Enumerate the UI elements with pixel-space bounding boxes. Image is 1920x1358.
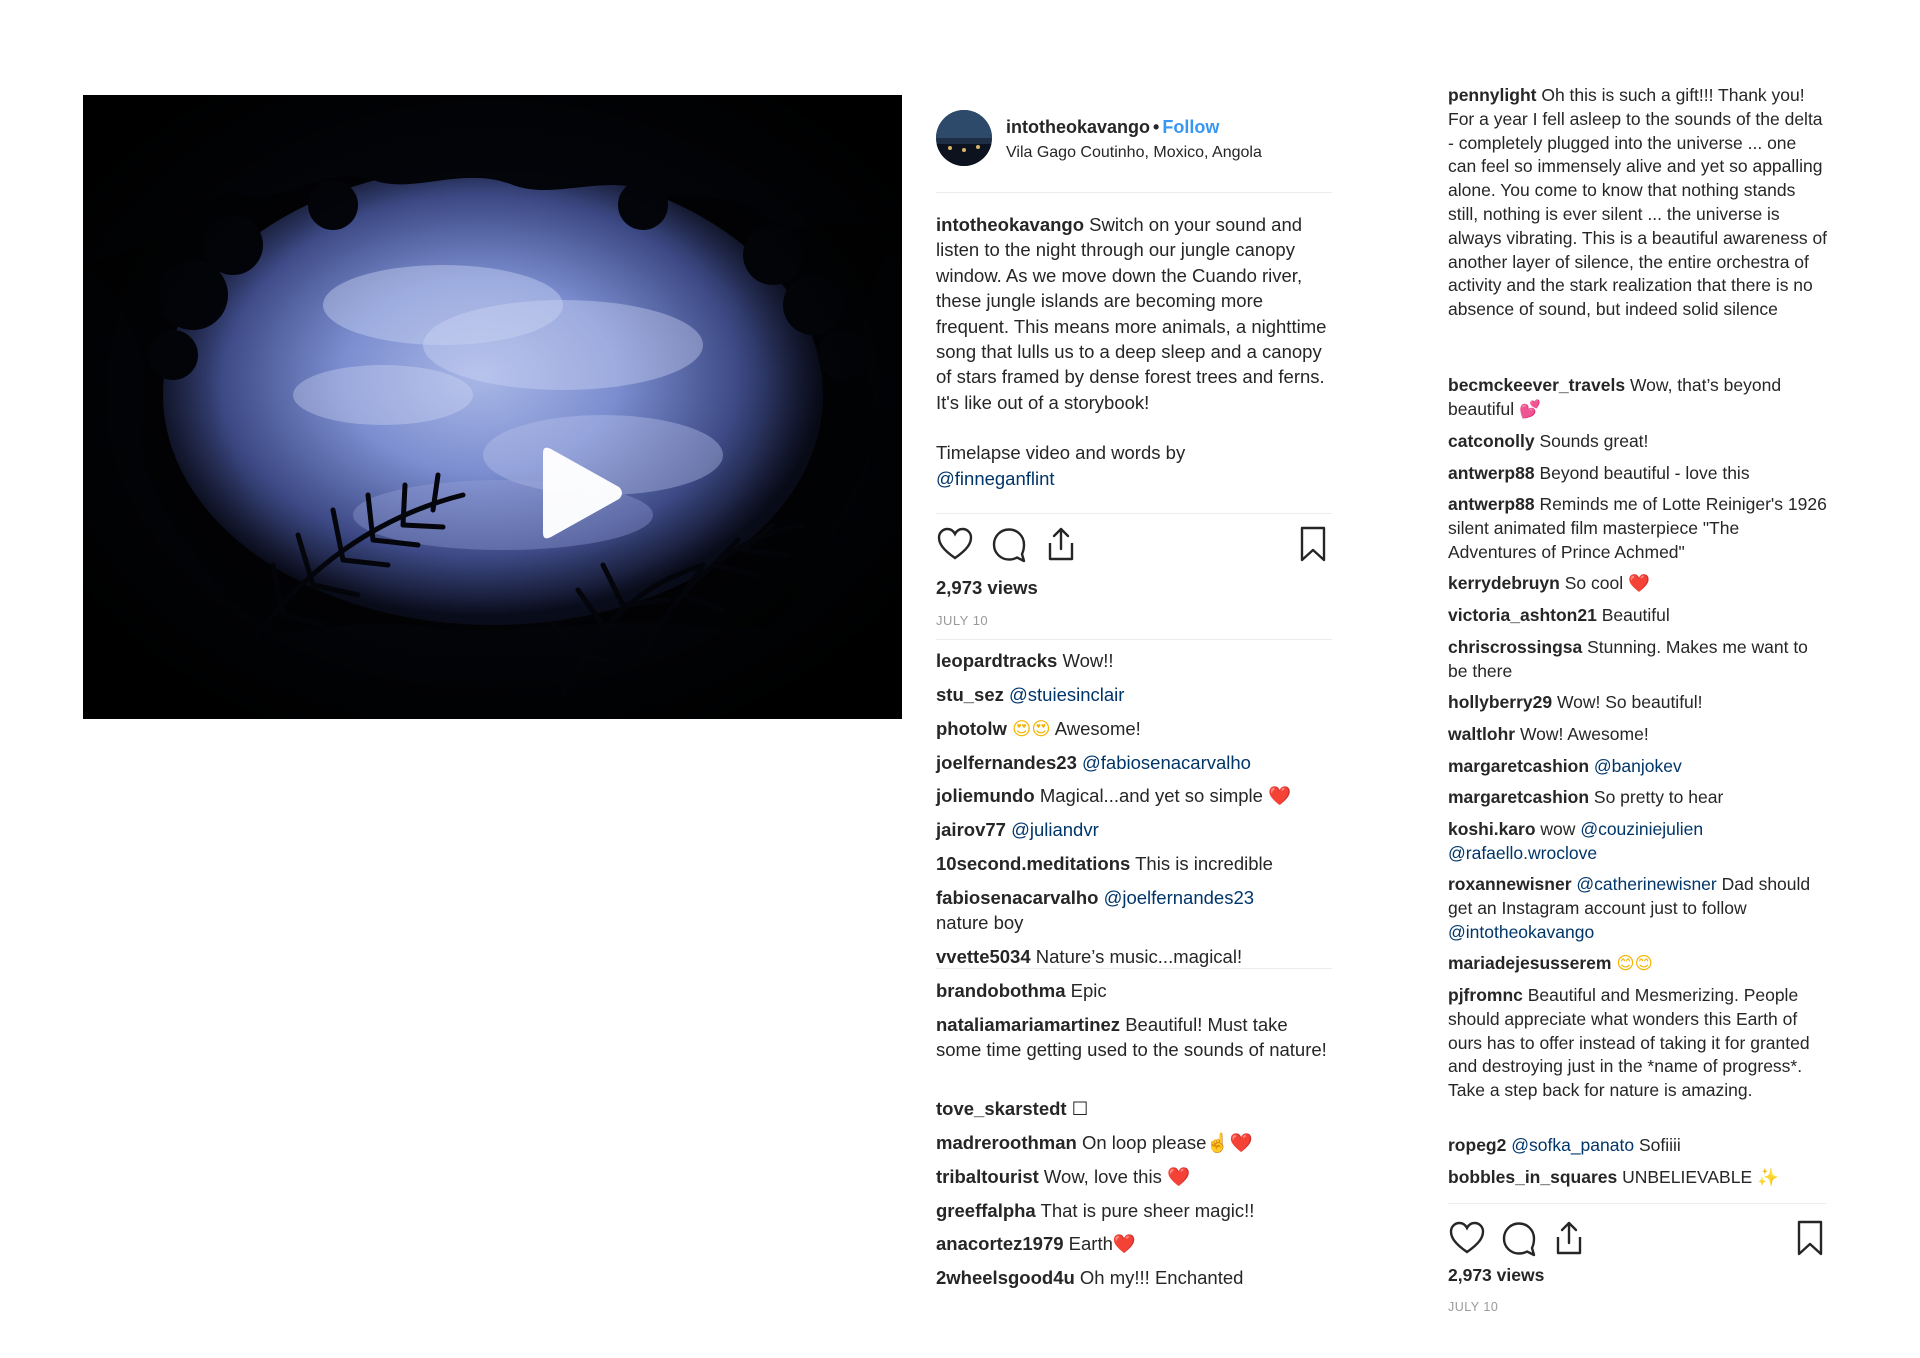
post-caption: intotheokavango Switch on your sound and…: [936, 212, 1332, 491]
caption-text: Switch on your sound and listen to the n…: [936, 214, 1327, 413]
action-bar: [936, 525, 1332, 565]
dot-separator: •: [1153, 117, 1160, 137]
share-icon[interactable]: [1042, 525, 1080, 563]
comment-item: greeffalpha That is pure sheer magic!!: [936, 1200, 1255, 1221]
comment-item: kerrydebruyn So cool ❤️: [1448, 573, 1650, 593]
comment-item: bobbles_in_squares UNBELIEVABLE ✨: [1448, 1167, 1779, 1187]
comment-item: anacortez1979 Earth❤️: [936, 1233, 1136, 1254]
comment-item: jairov77 @juliandvr: [936, 819, 1099, 840]
comment-item: ropeg2 @sofka_panato Sofiiii: [1448, 1135, 1681, 1155]
comment-item: nataliamariamartinez Beautiful! Must tak…: [936, 1014, 1327, 1060]
bookmark-icon[interactable]: [1791, 1219, 1829, 1257]
comment-item: 10second.meditations This is incredible: [936, 853, 1273, 874]
post-username[interactable]: intotheokavango: [1006, 117, 1150, 137]
action-bar: [1448, 1219, 1828, 1259]
divider: [936, 192, 1332, 193]
comment-item: leopardtracks Wow!!: [936, 650, 1114, 671]
video-frame-jungle-sky: [83, 95, 902, 719]
credit-mention[interactable]: @finneganflint: [936, 468, 1055, 489]
heart-icon[interactable]: [936, 525, 974, 563]
divider: [1448, 1203, 1826, 1204]
play-icon[interactable]: [535, 445, 625, 541]
comment-icon[interactable]: [1500, 1219, 1538, 1257]
post-date: JULY 10: [1448, 1300, 1499, 1314]
comment-item: vvette5034 Nature’s music...magical!: [936, 946, 1243, 967]
comment-item: margaretcashion So pretty to hear: [1448, 787, 1724, 807]
post-date: JULY 10: [936, 613, 989, 628]
credit-text: Timelapse video and words by: [936, 442, 1186, 464]
video-player[interactable]: [83, 95, 902, 719]
comment-item: stu_sez @stuiesinclair: [936, 684, 1125, 705]
comment-item: joelfernandes23 @fabiosenacarvalho: [936, 752, 1251, 773]
divider: [936, 639, 1332, 640]
comment-item: tove_skarstedt ☐: [936, 1098, 1089, 1119]
comment-item: pennylight Oh this is such a gift!!! Tha…: [1448, 85, 1828, 320]
follow-button[interactable]: Follow: [1162, 117, 1219, 137]
post-header: intotheokavango • Follow Vila Gago Coutinh…: [936, 110, 1332, 170]
divider: [936, 513, 1332, 514]
comment-item: hollyberry29 Wow! So beautiful!: [1448, 692, 1703, 712]
view-count[interactable]: 2,973 views: [1448, 1265, 1544, 1286]
comment-item: 2wheelsgood4u Oh my!!! Enchanted: [936, 1267, 1244, 1288]
comment-item: joliemundo Magical...and yet so simple ❤…: [936, 785, 1292, 806]
comment-item: chriscrossingsa Stunning. Makes me want …: [1448, 637, 1808, 681]
comment-item: margaretcashion @banjokev: [1448, 756, 1682, 776]
heart-icon[interactable]: [1448, 1219, 1486, 1257]
comment-item: photolw 😍😍 Awesome!: [936, 718, 1141, 739]
comment-item: catconolly Sounds great!: [1448, 431, 1649, 451]
comment-item: brandobothma Epic: [936, 980, 1107, 1001]
comment-item: antwerp88 Reminds me of Lotte Reiniger's…: [1448, 494, 1827, 562]
view-count[interactable]: 2,973 views: [936, 577, 1038, 599]
comment-item: mariadejesusserem 😊😊: [1448, 953, 1653, 973]
comment-item: antwerp88 Beyond beautiful - love this: [1448, 463, 1750, 483]
bookmark-icon[interactable]: [1294, 525, 1332, 563]
comment-item: tribaltourist Wow, love this ❤️: [936, 1166, 1191, 1187]
comment-item: madreroothman On loop please☝️❤️: [936, 1132, 1253, 1153]
comment-item: becmckeever_travels Wow, that’s beyond b…: [1448, 375, 1782, 419]
comment-item: pjfromnc Beautiful and Mesmerizing. Peop…: [1448, 985, 1810, 1101]
comment-item: koshi.karo wow @couziniejulien @rafaello.…: [1448, 819, 1704, 863]
caption-username[interactable]: intotheokavango: [936, 214, 1084, 235]
comment-item: fabiosenacarvalho @joelfernandes23 nature…: [936, 887, 1255, 933]
comment-item: waltlohr Wow! Awesome!: [1448, 724, 1649, 744]
divider: [936, 968, 1332, 969]
comment-item: roxannewisner @catherinewisner Dad shoul…: [1448, 874, 1811, 942]
share-icon[interactable]: [1550, 1219, 1588, 1257]
post-location[interactable]: Vila Gago Coutinho, Moxico, Angola: [1006, 144, 1262, 162]
comment-icon[interactable]: [990, 525, 1028, 563]
comment-item: victoria_ashton21 Beautiful: [1448, 605, 1670, 625]
avatar[interactable]: [936, 110, 992, 166]
